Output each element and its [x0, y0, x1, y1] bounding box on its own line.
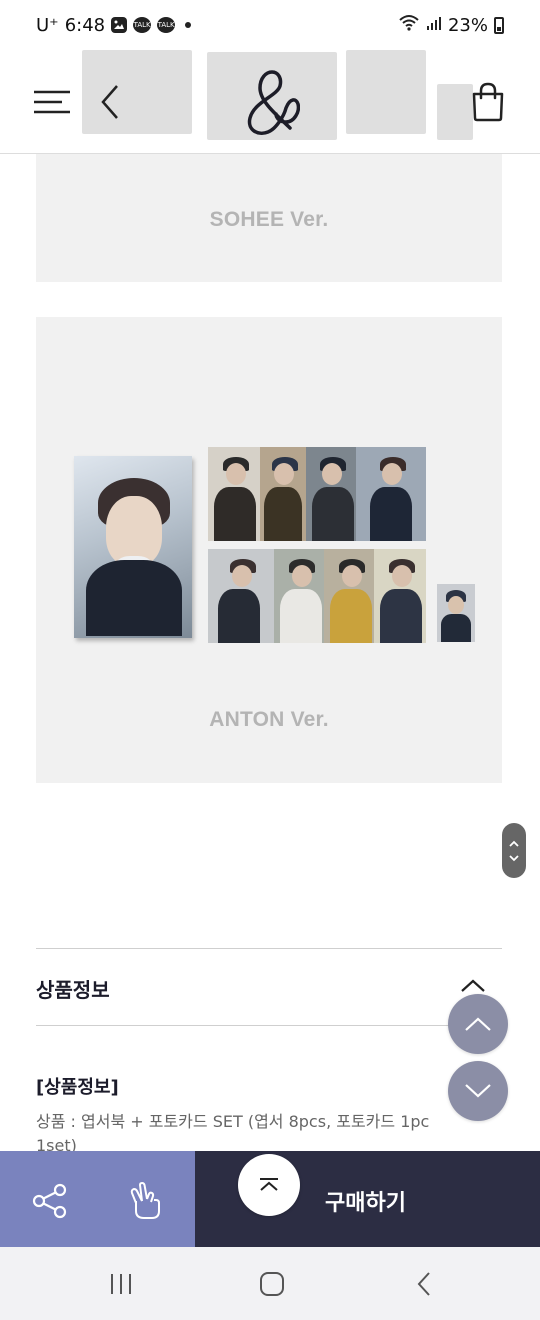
purchase-bar-actions	[0, 1151, 195, 1247]
share-icon[interactable]	[30, 1181, 70, 1221]
scroll-handle[interactable]	[502, 823, 526, 878]
product-image-anton[interactable]: ANTON Ver.	[36, 317, 502, 783]
chevron-down-icon	[509, 854, 519, 861]
battery-icon	[494, 16, 504, 34]
chevron-up-icon	[509, 840, 519, 847]
status-bar: U⁺ 6:48 TALK TALK 23%	[0, 0, 540, 50]
postcard-image	[208, 549, 274, 643]
product-info-line: 상품 : 엽서북 + 포토카드 SET (엽서 8pcs, 포토카드 1pc	[36, 1112, 430, 1131]
battery-percent: 23%	[447, 14, 488, 36]
back-nav-icon[interactable]	[404, 1267, 444, 1301]
more-notifications-dot	[185, 22, 192, 28]
clock: 6:48	[64, 14, 106, 36]
postcard-image	[274, 549, 324, 643]
scroll-up-button[interactable]	[448, 994, 508, 1054]
postcard-image	[324, 549, 374, 643]
chevron-up-icon	[260, 1178, 278, 1191]
hamburger-icon[interactable]	[24, 74, 80, 130]
scroll-to-top-button[interactable]	[238, 1154, 300, 1216]
postcard-image	[306, 447, 356, 541]
postcard-image	[374, 549, 426, 643]
postcard-image	[356, 447, 426, 541]
photocard-image	[437, 584, 475, 642]
finger-heart-icon[interactable]	[126, 1181, 166, 1221]
section-divider	[36, 1025, 502, 1026]
talk-icon: TALK	[157, 17, 176, 33]
postcard-book-image	[74, 456, 192, 638]
header-bg-thumbnail	[346, 50, 426, 134]
version-label: SOHEE Ver.	[209, 208, 329, 231]
recent-apps-icon[interactable]	[101, 1267, 141, 1301]
section-divider	[36, 948, 502, 949]
postcard-image	[208, 447, 260, 541]
system-nav-bar	[0, 1247, 540, 1320]
wifi-icon	[398, 14, 420, 37]
signal-icon	[426, 15, 442, 36]
chevron-left-icon[interactable]	[82, 74, 138, 130]
product-image-sohee[interactable]: SOHEE Ver.	[36, 154, 502, 282]
chevron-down-icon	[465, 1084, 491, 1098]
scroll-down-button[interactable]	[448, 1061, 508, 1121]
product-info-heading: [상품정보]	[36, 1077, 119, 1098]
app-header	[0, 50, 540, 154]
shopping-bag-icon[interactable]	[460, 74, 516, 130]
home-icon[interactable]	[252, 1267, 292, 1301]
buy-button-label: 구매하기	[325, 1191, 406, 1216]
gallery-icon	[111, 17, 128, 33]
postcard-image	[260, 447, 306, 541]
ampersand-logo-icon[interactable]	[240, 66, 301, 138]
talk-icon: TALK	[133, 17, 152, 33]
chevron-up-icon	[465, 1017, 491, 1031]
product-info-section-title[interactable]: 상품정보	[36, 974, 110, 1003]
version-label: ANTON Ver.	[209, 708, 329, 731]
carrier-label: U⁺	[36, 14, 59, 36]
